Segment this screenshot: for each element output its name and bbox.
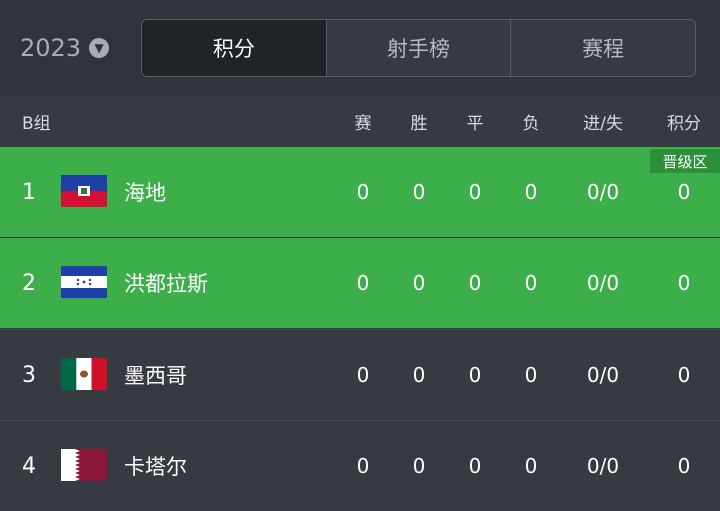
played-value: 0 xyxy=(356,271,370,295)
table-row[interactable]: 4 卡塔尔 0 0 0 0 0/0 0 xyxy=(0,420,720,511)
goals-value: 0/0 xyxy=(586,363,620,387)
points-value: 0 xyxy=(677,271,691,295)
rank: 3 xyxy=(22,362,36,388)
team-name: 洪都拉斯 xyxy=(124,272,208,296)
qatar-flag-icon xyxy=(61,449,107,481)
mexico-flag-icon xyxy=(61,358,107,390)
rank: 2 xyxy=(22,270,36,296)
header-goals: 进/失 xyxy=(583,113,623,134)
chevron-down-icon: ▼ xyxy=(89,38,110,58)
drawn-value: 0 xyxy=(468,271,482,295)
played-value: 0 xyxy=(356,180,370,204)
played-value: 0 xyxy=(356,454,370,478)
team-name: 墨西哥 xyxy=(124,364,187,388)
goals-value: 0/0 xyxy=(586,271,620,295)
drawn-value: 0 xyxy=(468,454,482,478)
season-selector[interactable]: 2023 ▼ xyxy=(20,30,110,66)
lost-value: 0 xyxy=(524,363,538,387)
drawn-value: 0 xyxy=(468,180,482,204)
drawn-value: 0 xyxy=(468,363,482,387)
season-year: 2023 xyxy=(20,34,82,62)
table-row[interactable]: 1 海地 0 0 0 0 0/0 0 xyxy=(0,147,720,237)
lost-value: 0 xyxy=(524,454,538,478)
table-header: B组 赛 胜 平 负 进/失 积分 xyxy=(0,96,720,146)
header-drawn: 平 xyxy=(466,113,484,134)
header-won: 胜 xyxy=(410,113,428,134)
won-value: 0 xyxy=(412,454,426,478)
lost-value: 0 xyxy=(524,271,538,295)
rank: 1 xyxy=(22,179,36,205)
tab-schedule[interactable]: 赛程 xyxy=(510,20,695,76)
tab-top-scorers[interactable]: 射手榜 xyxy=(325,20,511,76)
goals-value: 0/0 xyxy=(586,180,620,204)
rank: 4 xyxy=(22,453,36,479)
header-lost: 负 xyxy=(522,113,540,134)
points-value: 0 xyxy=(677,363,691,387)
goals-value: 0/0 xyxy=(586,454,620,478)
lost-value: 0 xyxy=(524,180,538,204)
tab-bar: 积分 射手榜 赛程 xyxy=(141,19,696,77)
team-name: 海地 xyxy=(124,181,166,205)
table-row[interactable]: 2 洪都拉斯 0 0 0 0 0/0 0 xyxy=(0,238,720,328)
won-value: 0 xyxy=(412,271,426,295)
won-value: 0 xyxy=(412,363,426,387)
qualify-zone-badge: 晋级区 xyxy=(650,149,720,173)
top-bar: 2023 ▼ 积分 射手榜 赛程 xyxy=(0,0,720,96)
header-points: 积分 xyxy=(667,113,701,134)
won-value: 0 xyxy=(412,180,426,204)
points-value: 0 xyxy=(677,454,691,478)
played-value: 0 xyxy=(356,363,370,387)
table-row[interactable]: 3 墨西哥 0 0 0 0 0/0 0 xyxy=(0,329,720,420)
tab-standings[interactable]: 积分 xyxy=(142,20,326,76)
group-label: B组 xyxy=(22,113,51,134)
header-played: 赛 xyxy=(354,113,372,134)
team-name: 卡塔尔 xyxy=(124,455,187,479)
haiti-flag-icon xyxy=(61,175,107,207)
honduras-flag-icon xyxy=(61,266,107,298)
